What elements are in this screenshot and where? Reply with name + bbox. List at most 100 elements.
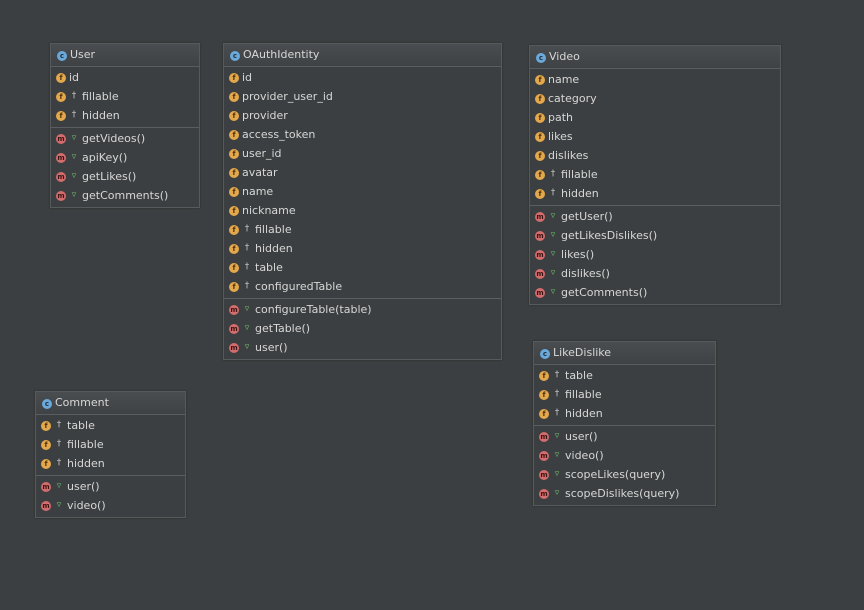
protected-visibility-icon: †: [244, 243, 250, 253]
field-row[interactable]: f id: [51, 68, 199, 87]
field-row[interactable]: f † fillable: [51, 87, 199, 106]
field-row[interactable]: f name: [530, 70, 780, 89]
public-visibility-icon: ▿: [244, 342, 250, 352]
class-icon: c: [536, 53, 546, 63]
method-row[interactable]: m ▿ configureTable(table): [224, 300, 501, 319]
field-row[interactable]: f † fillable: [534, 385, 715, 404]
field-label: provider: [242, 109, 288, 122]
field-label: hidden: [67, 457, 105, 470]
field-label: hidden: [565, 407, 603, 420]
method-row[interactable]: m ▿ scopeDislikes(query): [534, 484, 715, 503]
field-row[interactable]: f † hidden: [51, 106, 199, 125]
method-icon: m: [539, 488, 549, 499]
field-icon: f: [229, 281, 239, 292]
method-row[interactable]: m ▿ user(): [224, 338, 501, 357]
field-icon: f: [539, 408, 549, 419]
class-header[interactable]: c LikeDislike: [534, 342, 715, 365]
field-row[interactable]: f access_token: [224, 125, 501, 144]
field-row[interactable]: f † hidden: [534, 404, 715, 423]
method-section: m ▿ getVideos() m ▿ apiKey() m ▿ getLikes() m ▿ get…: [51, 128, 199, 207]
field-row[interactable]: f likes: [530, 127, 780, 146]
class-header[interactable]: c User: [51, 44, 199, 67]
field-icon: f: [535, 74, 545, 85]
method-row[interactable]: m ▿ likes(): [530, 245, 780, 264]
field-icon: f: [539, 370, 549, 381]
class-box-user[interactable]: c User f id f † fillable f † hidden m ▿ getVideos() m…: [50, 43, 200, 208]
field-row[interactable]: f dislikes: [530, 146, 780, 165]
method-row[interactable]: m ▿ scopeLikes(query): [534, 465, 715, 484]
field-row[interactable]: f † table: [534, 366, 715, 385]
class-header[interactable]: c Video: [530, 46, 780, 69]
field-section: f † table f † fillable f † hidden: [36, 415, 185, 476]
field-label: category: [548, 92, 597, 105]
class-icon: c: [42, 399, 52, 409]
field-row[interactable]: f provider_user_id: [224, 87, 501, 106]
field-label: provider_user_id: [242, 90, 333, 103]
class-icon: c: [57, 51, 67, 61]
protected-visibility-icon: †: [56, 439, 62, 449]
method-row[interactable]: m ▿ getLikes(): [51, 167, 199, 186]
method-row[interactable]: m ▿ video(): [534, 446, 715, 465]
class-header[interactable]: c Comment: [36, 392, 185, 415]
class-header[interactable]: c OAuthIdentity: [224, 44, 501, 67]
method-row[interactable]: m ▿ getComments(): [530, 283, 780, 302]
field-row[interactable]: f user_id: [224, 144, 501, 163]
field-row[interactable]: f nickname: [224, 201, 501, 220]
field-label: user_id: [242, 147, 282, 160]
class-box-oauthidentity[interactable]: c OAuthIdentity f id f provider_user_id f provi…: [223, 43, 502, 360]
field-section: f id f provider_user_id f provider f access_tok…: [224, 67, 501, 299]
method-row[interactable]: m ▿ getUser(): [530, 207, 780, 226]
field-label: hidden: [82, 109, 120, 122]
method-row[interactable]: m ▿ user(): [36, 477, 185, 496]
field-icon: f: [535, 131, 545, 142]
field-row[interactable]: f † fillable: [530, 165, 780, 184]
field-row[interactable]: f name: [224, 182, 501, 201]
field-row[interactable]: f category: [530, 89, 780, 108]
class-box-video[interactable]: c Video f name f category f path f likes f dislikes…: [529, 45, 781, 305]
method-row[interactable]: m ▿ getComments(): [51, 186, 199, 205]
public-visibility-icon: ▿: [554, 431, 560, 441]
field-row[interactable]: f † configuredTable: [224, 277, 501, 296]
method-row[interactable]: m ▿ apiKey(): [51, 148, 199, 167]
method-row[interactable]: m ▿ user(): [534, 427, 715, 446]
field-row[interactable]: f avatar: [224, 163, 501, 182]
field-row[interactable]: f path: [530, 108, 780, 127]
field-row[interactable]: f id: [224, 68, 501, 87]
method-row[interactable]: m ▿ getTable(): [224, 319, 501, 338]
field-row[interactable]: f † fillable: [36, 435, 185, 454]
public-visibility-icon: ▿: [550, 211, 556, 221]
protected-visibility-icon: †: [71, 110, 77, 120]
public-visibility-icon: ▿: [244, 304, 250, 314]
field-icon: f: [229, 224, 239, 235]
field-section: f id f † fillable f † hidden: [51, 67, 199, 128]
field-row[interactable]: f † table: [224, 258, 501, 277]
field-row[interactable]: f † hidden: [224, 239, 501, 258]
method-label: user(): [255, 341, 288, 354]
field-row[interactable]: f provider: [224, 106, 501, 125]
field-row[interactable]: f † fillable: [224, 220, 501, 239]
field-icon: f: [229, 262, 239, 273]
method-label: video(): [67, 499, 106, 512]
method-icon: m: [56, 133, 66, 144]
field-icon: f: [535, 93, 545, 104]
method-row[interactable]: m ▿ dislikes(): [530, 264, 780, 283]
field-label: fillable: [82, 90, 119, 103]
class-name: OAuthIdentity: [243, 48, 320, 61]
field-row[interactable]: f † table: [36, 416, 185, 435]
method-label: getVideos(): [82, 132, 146, 145]
public-visibility-icon: ▿: [56, 481, 62, 491]
field-row[interactable]: f † hidden: [530, 184, 780, 203]
field-row[interactable]: f † hidden: [36, 454, 185, 473]
protected-visibility-icon: †: [244, 281, 250, 291]
class-box-comment[interactable]: c Comment f † table f † fillable f † hidden m ▿ user(…: [35, 391, 186, 518]
field-icon: f: [56, 72, 66, 83]
method-section: m ▿ user() m ▿ video() m ▿ scopeLikes(query) m ▿ sc…: [534, 426, 715, 505]
method-row[interactable]: m ▿ getVideos(): [51, 129, 199, 148]
field-label: fillable: [255, 223, 292, 236]
public-visibility-icon: ▿: [554, 469, 560, 479]
method-row[interactable]: m ▿ video(): [36, 496, 185, 515]
method-row[interactable]: m ▿ getLikesDislikes(): [530, 226, 780, 245]
field-label: configuredTable: [255, 280, 343, 293]
method-icon: m: [56, 171, 66, 182]
class-box-likedislike[interactable]: c LikeDislike f † table f † fillable f † hidden m ▿ u…: [533, 341, 716, 506]
